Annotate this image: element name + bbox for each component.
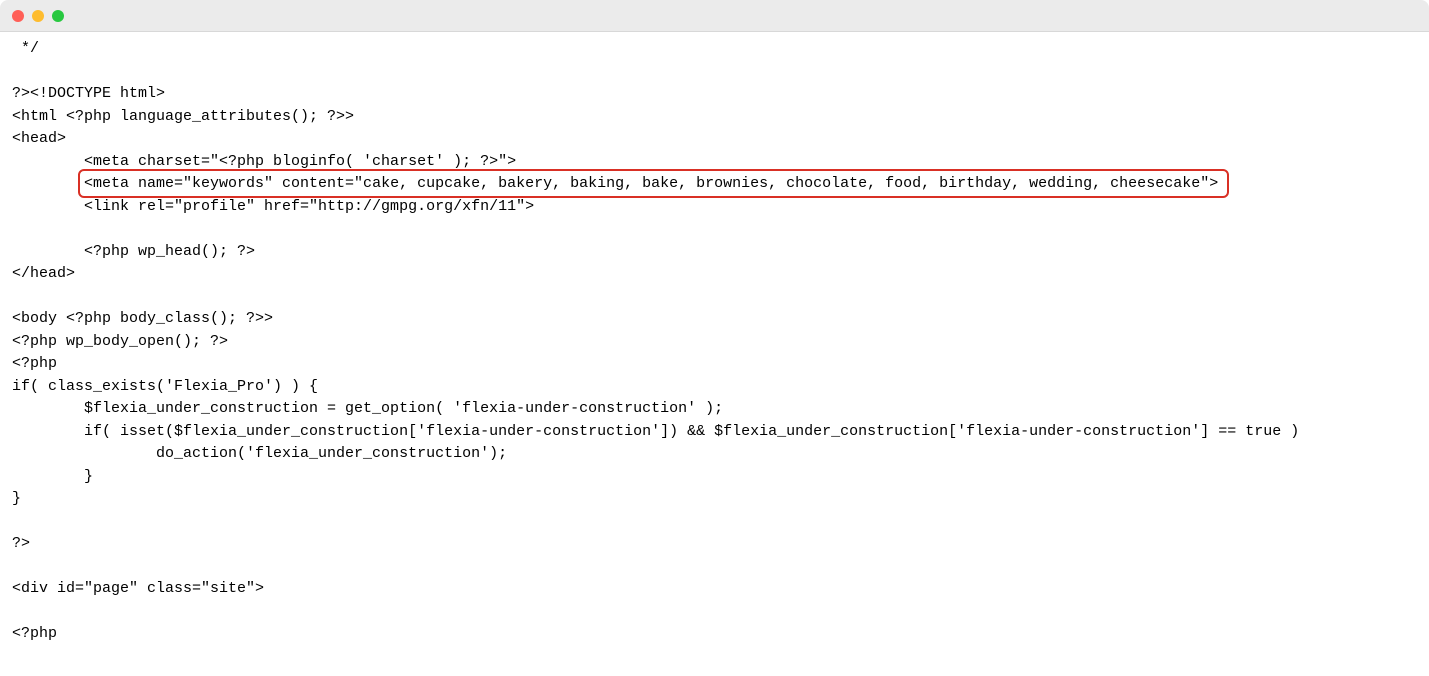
code-line: if( isset($flexia_under_construction['fl… (12, 421, 1429, 444)
highlighted-line: <meta name="keywords" content="cake, cup… (84, 173, 1218, 196)
code-line: <?php wp_body_open(); ?> (12, 331, 1429, 354)
code-line: ?><!DOCTYPE html> (12, 83, 1429, 106)
code-line: } (12, 466, 1429, 489)
code-line: <head> (12, 128, 1429, 151)
code-line: <?php (12, 353, 1429, 376)
code-line (12, 286, 1429, 309)
code-line: ?> (12, 533, 1429, 556)
highlight-box (78, 169, 1229, 198)
code-line (12, 511, 1429, 534)
code-line (12, 61, 1429, 84)
code-line: <div id="page" class="site"> (12, 578, 1429, 601)
close-icon[interactable] (12, 10, 24, 22)
code-line (12, 601, 1429, 624)
code-line: <?php (12, 623, 1429, 646)
code-line: </head> (12, 263, 1429, 286)
code-line: do_action('flexia_under_construction'); (12, 443, 1429, 466)
maximize-icon[interactable] (52, 10, 64, 22)
code-editor[interactable]: */ ?><!DOCTYPE html><html <?php language_… (0, 32, 1429, 676)
code-line: <meta name="keywords" content="cake, cup… (12, 173, 1429, 196)
code-line: <html <?php language_attributes(); ?>> (12, 106, 1429, 129)
code-line: <?php wp_head(); ?> (12, 241, 1429, 264)
code-line (12, 556, 1429, 579)
code-line: <link rel="profile" href="http://gmpg.or… (12, 196, 1429, 219)
window-titlebar (0, 0, 1429, 32)
code-line: <body <?php body_class(); ?>> (12, 308, 1429, 331)
code-line: if( class_exists('Flexia_Pro') ) { (12, 376, 1429, 399)
code-line: $flexia_under_construction = get_option(… (12, 398, 1429, 421)
code-line (12, 218, 1429, 241)
code-line: */ (12, 38, 1429, 61)
code-line: } (12, 488, 1429, 511)
code-line: <meta charset="<?php bloginfo( 'charset'… (12, 151, 1429, 174)
minimize-icon[interactable] (32, 10, 44, 22)
